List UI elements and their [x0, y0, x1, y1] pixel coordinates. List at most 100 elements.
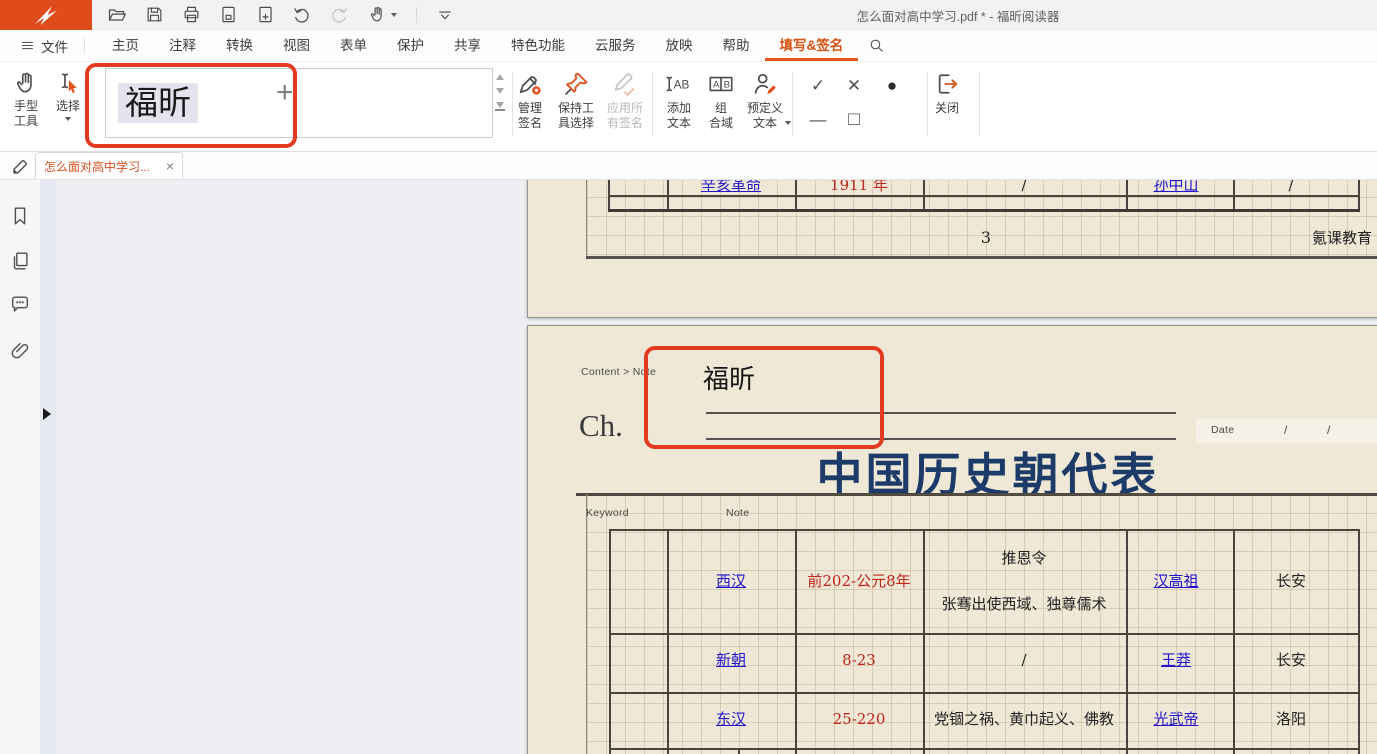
- menu-item-fill-sign[interactable]: 填写&签名: [765, 30, 859, 61]
- svg-text:AB: AB: [674, 78, 690, 91]
- table-cell[interactable]: 东汉: [716, 707, 746, 731]
- document-tab[interactable]: 怎么面对高中学习... ×: [35, 152, 183, 179]
- apply-all-signatures-button[interactable]: 应用所 有签名: [600, 70, 650, 131]
- page-paste-icon[interactable]: [217, 4, 239, 26]
- close-ribbon-button[interactable]: 关闭: [924, 70, 970, 116]
- save-icon[interactable]: [143, 4, 165, 26]
- caret-down-icon: [65, 117, 71, 121]
- table-cell: 前202-公元8年: [807, 569, 910, 593]
- menu-item-protect[interactable]: 保护: [382, 30, 439, 61]
- brand-footer: 氪课教育: [1312, 226, 1372, 250]
- menu-item-share[interactable]: 共享: [439, 30, 496, 61]
- add-text-icon: AB: [664, 70, 694, 98]
- page-add-icon[interactable]: [254, 4, 276, 26]
- select-tool-label: 选择: [56, 99, 80, 114]
- open-folder-icon[interactable]: [106, 4, 128, 26]
- placed-signature[interactable]: 福昕: [703, 359, 755, 396]
- svg-text:B: B: [724, 80, 730, 91]
- table-cell[interactable]: 汉高祖: [1153, 569, 1198, 593]
- apply-signatures-icon: [611, 70, 639, 98]
- keep-tool-selected-button[interactable]: 保持工 具选择: [552, 70, 600, 131]
- pushpin-icon: [562, 70, 590, 98]
- scroll-up-icon[interactable]: [496, 74, 504, 80]
- manage-signature-icon: [516, 70, 544, 98]
- table-cell: /: [1021, 648, 1026, 672]
- menu-item-features[interactable]: 特色功能: [496, 30, 580, 61]
- stamp-line-button[interactable]: —: [804, 106, 832, 134]
- document-tab-bar: 怎么面对高中学习... ×: [0, 152, 1377, 180]
- bookmark-icon[interactable]: [9, 205, 31, 227]
- tab-close-icon[interactable]: ×: [166, 159, 174, 173]
- manage-signature-label: 管理 签名: [518, 101, 542, 131]
- apply-all-signatures-label: 应用所 有签名: [607, 101, 643, 131]
- fill-line: [706, 412, 1176, 414]
- foxit-bird-icon: [33, 4, 59, 26]
- menu-item-view[interactable]: 视图: [268, 30, 325, 61]
- menu-item-form[interactable]: 表单: [325, 30, 382, 61]
- add-text-button[interactable]: AB 添加 文本: [656, 70, 702, 131]
- window-title: 怎么面对高中学习.pdf * - 福昕阅读器: [857, 0, 1060, 30]
- signature-preview[interactable]: 福昕: [118, 83, 198, 123]
- menu-file-label: 文件: [41, 36, 68, 56]
- table-cell: 洛阳: [1276, 707, 1306, 731]
- predefined-text-button[interactable]: 预定义 文本: [740, 70, 790, 131]
- table-cell[interactable]: 孙中山: [1153, 180, 1198, 197]
- date-slash: /: [1284, 423, 1288, 437]
- ribbon-divider: [979, 72, 980, 136]
- menu-file[interactable]: 文件: [16, 30, 72, 61]
- panel-splitter[interactable]: [40, 180, 56, 754]
- stamp-square-button[interactable]: □: [840, 106, 868, 134]
- table-cell: 推恩令: [1001, 546, 1046, 570]
- attachments-icon[interactable]: [9, 340, 31, 362]
- signature-gallery[interactable]: 福昕: [105, 68, 493, 138]
- menu-item-convert[interactable]: 转换: [211, 30, 268, 61]
- expand-panel-arrow-icon[interactable]: [43, 408, 51, 420]
- ribbon-divider: [792, 72, 793, 136]
- annotate-pencil-icon[interactable]: [9, 155, 31, 177]
- date-slash: /: [1327, 423, 1331, 437]
- pages-icon[interactable]: [9, 250, 31, 272]
- table-cell[interactable]: 光武帝: [1153, 707, 1198, 731]
- caret-down-icon: [391, 13, 397, 17]
- combine-field-button[interactable]: A B 组 合域: [702, 70, 740, 131]
- menu-item-comment[interactable]: 注释: [154, 30, 211, 61]
- caret-down-icon: [785, 121, 791, 125]
- scroll-down-icon[interactable]: [496, 88, 504, 94]
- pdf-viewer[interactable]: 辛亥革命 1911 年 / 孙中山 / 3 氪课教育 Content > Not…: [56, 180, 1377, 754]
- comments-icon[interactable]: [9, 293, 31, 315]
- search-button[interactable]: [858, 30, 895, 61]
- manage-signature-button[interactable]: 管理 签名: [506, 70, 554, 131]
- annotation-red-box-page: [644, 346, 884, 449]
- table-cell[interactable]: 西汉: [716, 569, 746, 593]
- print-icon[interactable]: [180, 4, 202, 26]
- menu-item-home[interactable]: 主页: [97, 30, 154, 61]
- select-tool-button[interactable]: 选择: [48, 70, 88, 121]
- stamp-dot-button[interactable]: ●: [878, 72, 906, 100]
- customize-toolbar-icon[interactable]: [434, 4, 456, 26]
- menu-item-present[interactable]: 放映: [651, 30, 708, 61]
- undo-icon[interactable]: [291, 4, 313, 26]
- menu-item-cloud[interactable]: 云服务: [580, 30, 651, 61]
- menu-item-help[interactable]: 帮助: [708, 30, 765, 61]
- expand-gallery-icon[interactable]: [495, 102, 505, 111]
- table-cell[interactable]: 王莽: [1161, 648, 1191, 672]
- close-ribbon-label: 关闭: [935, 101, 959, 116]
- add-signature-button[interactable]: +: [276, 76, 294, 110]
- table-cell[interactable]: 辛亥革命: [701, 180, 761, 197]
- page-number: 3: [981, 226, 991, 250]
- table-cell[interactable]: 新朝: [716, 648, 746, 672]
- table-cell: 长安: [1276, 569, 1306, 593]
- ribbon-divider: [652, 72, 653, 136]
- note-label: Note: [726, 507, 749, 519]
- hand-tool-button[interactable]: 手型 工具: [4, 70, 48, 129]
- keyword-label: Keyword: [586, 507, 629, 519]
- menu-divider: [84, 38, 85, 53]
- redo-icon[interactable]: [328, 4, 350, 26]
- hand-tool-label: 手型 工具: [14, 99, 38, 129]
- toolbar-divider: [416, 7, 417, 23]
- stamp-check-button[interactable]: ✓: [804, 72, 832, 100]
- hand-gesture-icon[interactable]: [365, 4, 399, 26]
- foxit-logo[interactable]: [0, 0, 92, 30]
- stamp-cross-button[interactable]: ✕: [840, 72, 868, 100]
- menu-items: 主页 注释 转换 视图 表单 保护 共享 特色功能 云服务 放映 帮助 填写&签…: [97, 30, 858, 61]
